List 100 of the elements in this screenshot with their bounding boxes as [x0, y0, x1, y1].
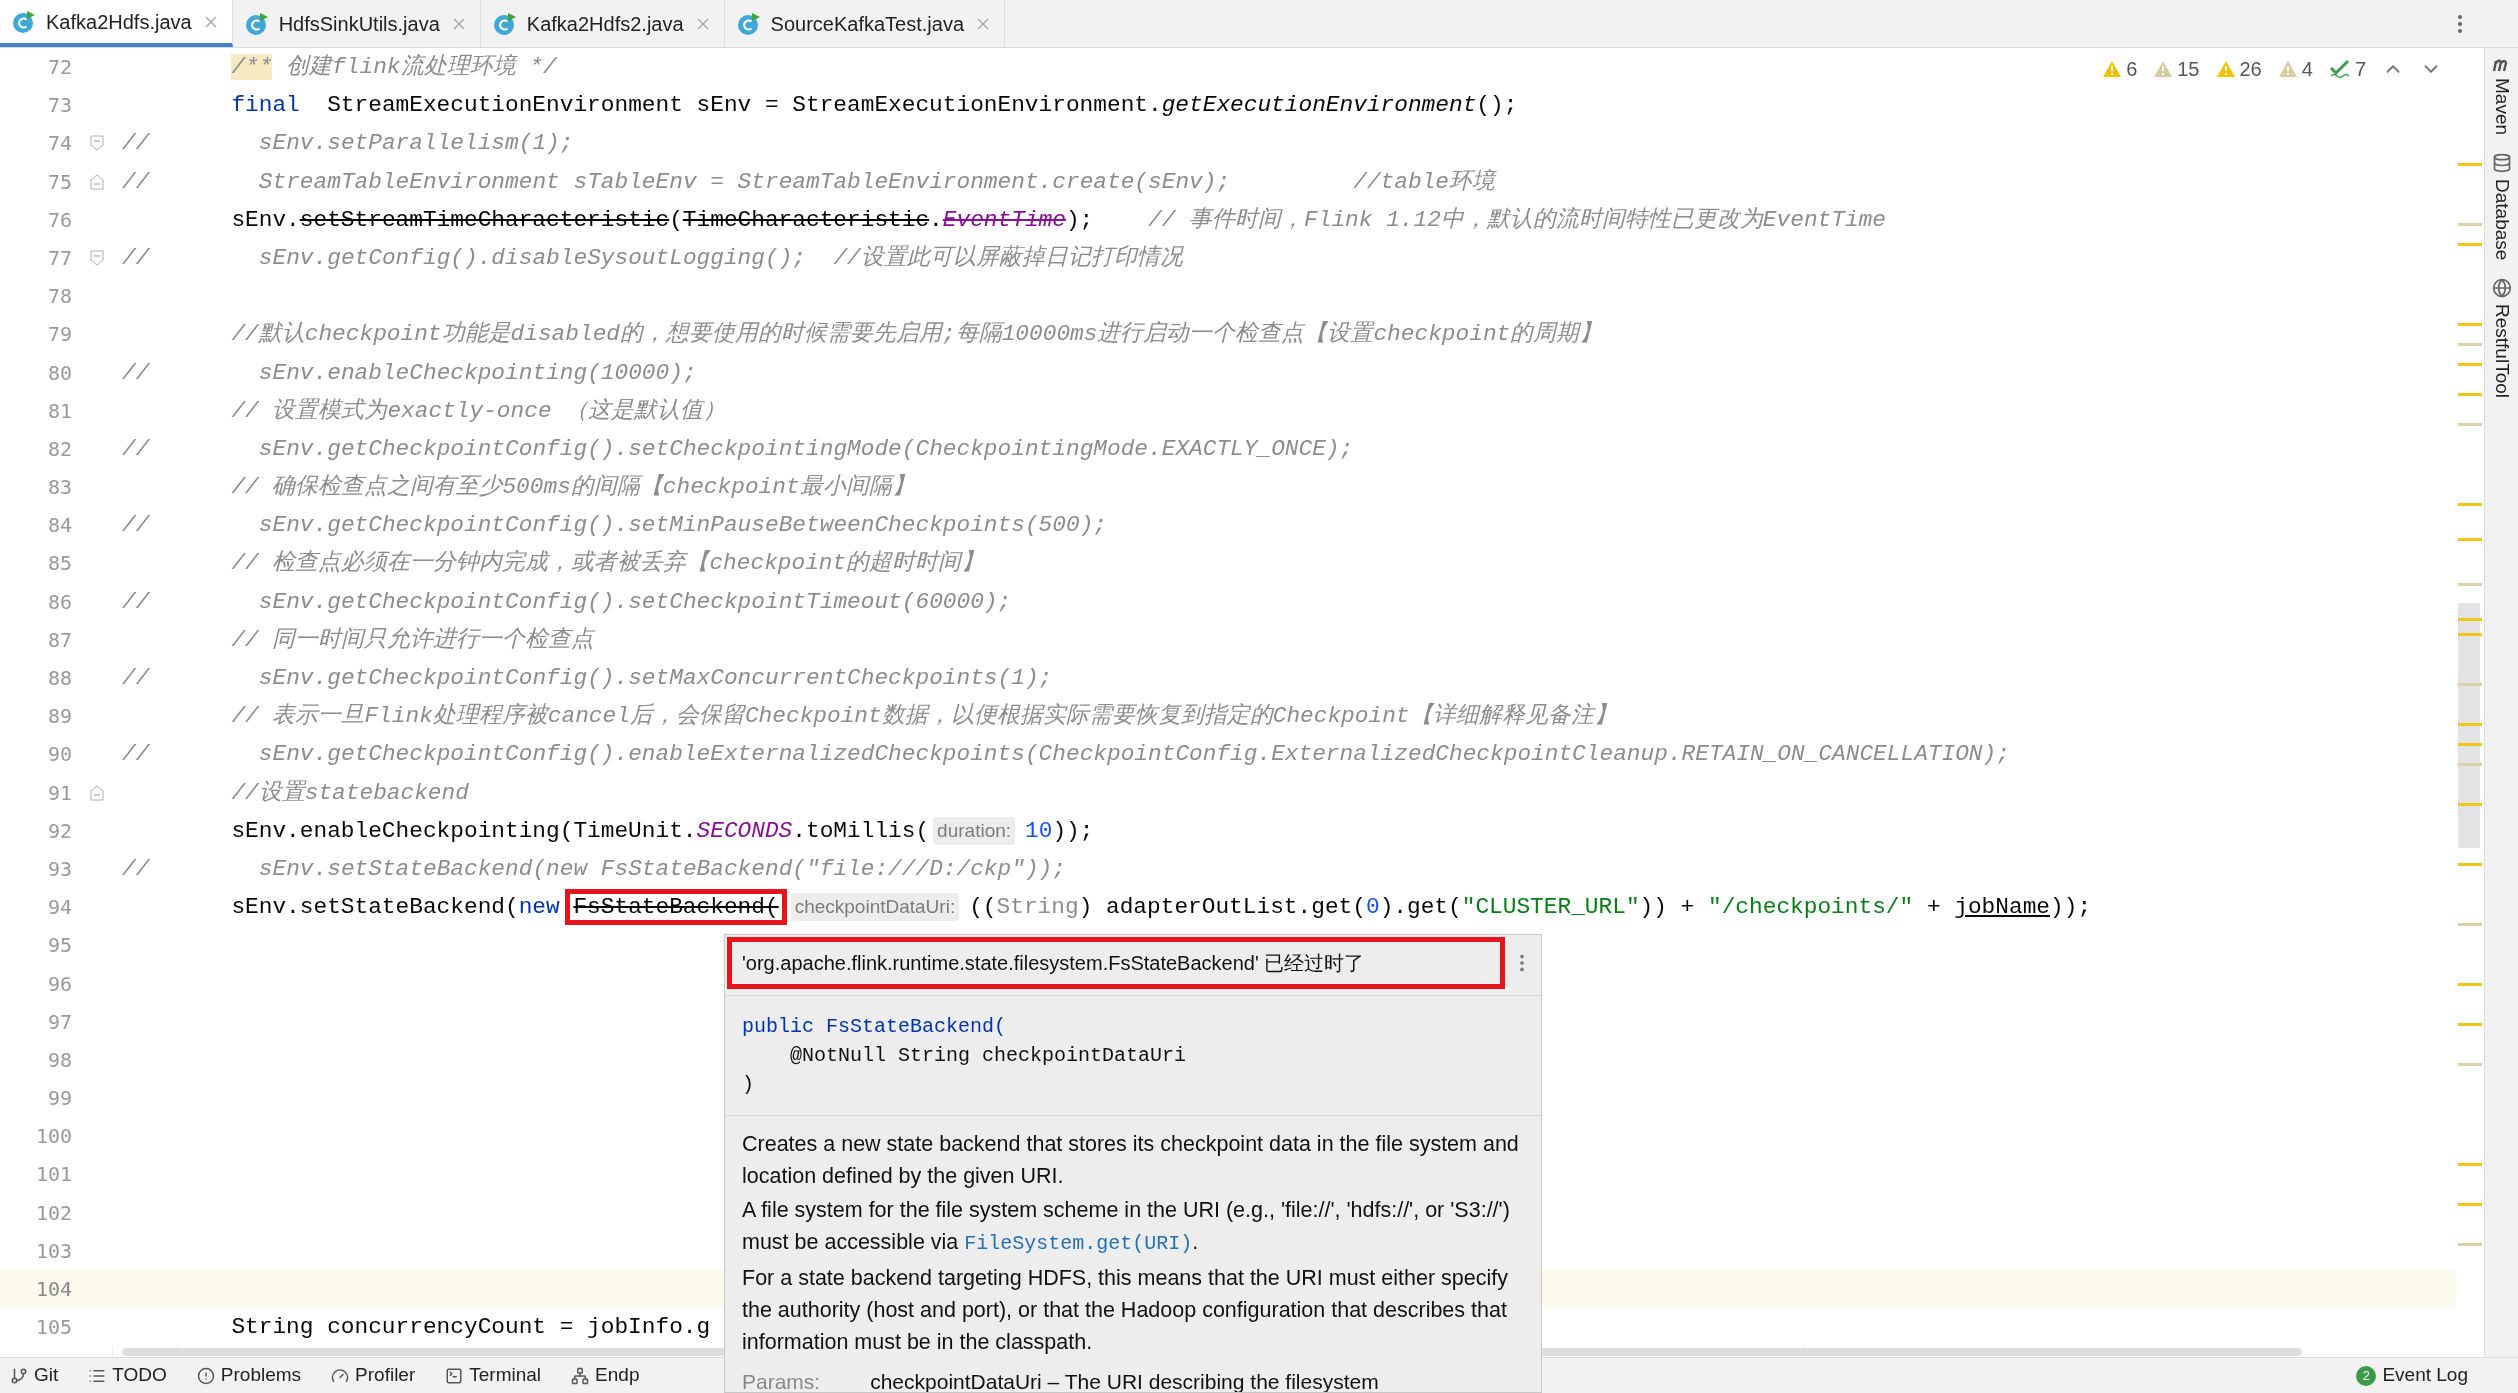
code-token: // 设置模式为exactly-once （这是默认值）: [231, 397, 727, 424]
line-number: 73: [46, 92, 72, 120]
code-token: // sEnv.getConfig().disableSysoutLogging(); //设置此可以屏蔽掉日记打印情况: [122, 244, 1183, 271]
line-number: 101: [34, 1161, 72, 1189]
fold-icon[interactable]: [90, 135, 104, 152]
line-number: 103: [34, 1237, 72, 1265]
line-number: 92: [46, 817, 72, 845]
code-token: // 确保检查点之间有至少500ms的间隔【checkpoint最小间隔】: [231, 474, 915, 501]
line-number: 89: [46, 703, 72, 731]
warning-icon: [2215, 60, 2236, 78]
line-number: 76: [46, 206, 72, 234]
line-number: 81: [46, 397, 72, 425]
api-link[interactable]: FileSystem.get(URI): [964, 1232, 1193, 1255]
parameter-hint: checkpointDataUri:: [790, 893, 960, 922]
line-number: 97: [46, 1008, 72, 1036]
description-text: For a state backend targeting HDFS, this means that the URI must either specify the authority (host and port), or that the Hadoop configuration that describes that information must be in the classpath.: [742, 1265, 1509, 1356]
tool-window-button[interactable]: Endp: [571, 1361, 640, 1390]
event-log-button[interactable]: 2 Event Log: [2356, 1361, 2468, 1390]
code-token: ) adapterOutList.get(: [1078, 894, 1366, 921]
code-token: String concurrencyCount = jobInfo.g: [231, 1314, 711, 1341]
code-token: ));: [1052, 817, 1094, 844]
inspection-count: 4: [2301, 57, 2313, 82]
code-token: 10: [1025, 817, 1053, 844]
code-token: .toMillis(: [792, 817, 930, 844]
editor-tab[interactable]: Kafka2Hdfs2.java: [480, 0, 725, 47]
tool-window-label: Database: [2490, 179, 2514, 261]
inspection-count: 26: [2239, 57, 2262, 82]
tab-label: HdfsSinkUtils.java: [278, 11, 440, 37]
code-token: // sEnv.getCheckpointConfig().setMinPauseBetweenCheckpoints(500);: [122, 512, 1107, 539]
code-token: "/checkpoints/": [1708, 894, 1914, 921]
tool-window-button[interactable]: Database: [2487, 153, 2516, 261]
line-number: 83: [46, 474, 72, 502]
line-number: 82: [46, 435, 72, 463]
code-token: "CLUSTER_URL": [1461, 894, 1640, 921]
editor-tab[interactable]: Kafka2Hdfs.java: [0, 0, 233, 47]
code-token: // 事件时间，Flink 1.12中，默认的流时间特性已更改为EventTime: [1148, 206, 1886, 233]
code-token: SECONDS: [696, 817, 793, 844]
tool-window-button[interactable]: Profiler: [331, 1361, 416, 1390]
code-token: // sEnv.getCheckpointConfig().setCheckpointTimeout(60000);: [122, 588, 1012, 615]
tool-window-label: RestfulTool: [2490, 304, 2514, 399]
database-icon: [2491, 153, 2512, 174]
class-icon: [244, 11, 269, 36]
line-number: 91: [46, 779, 72, 807]
tool-window-button[interactable]: Git: [10, 1361, 59, 1390]
tool-window-button[interactable]: TODO: [88, 1361, 167, 1390]
line-number: 102: [34, 1199, 72, 1227]
code-token: /**: [231, 54, 273, 80]
code-token: // sEnv.setStateBackend(new FsStateBackend("file:///D:/ckp"));: [122, 855, 1066, 882]
inspection-count: 6: [2126, 57, 2138, 82]
code-token: //设置statebackend: [231, 779, 469, 806]
code-token: // sEnv.getCheckpointConfig().enableExternalizedCheckpoints(CheckpointConfig.ExternalizedCheckpointCleanup.RETAIN_ON_CANCELLATION);: [122, 741, 2010, 768]
class-icon: [736, 11, 761, 36]
editor-tab[interactable]: HdfsSinkUtils.java: [232, 0, 481, 47]
tool-window-button[interactable]: Terminal: [445, 1361, 542, 1390]
code-token: sEnv.enableCheckpointing(TimeUnit.: [231, 817, 697, 844]
class-icon: [492, 11, 517, 36]
event-count-badge: 2: [2356, 1365, 2377, 1386]
code-token: String: [996, 894, 1079, 921]
code-token: (: [669, 206, 683, 233]
code-token: setStreamTimeCharacteristic: [299, 206, 670, 233]
globe-icon: [2491, 278, 2512, 299]
fold-icon[interactable]: [90, 250, 104, 267]
parameter-hint: duration:: [933, 816, 1016, 845]
warning-icon: [2153, 60, 2174, 78]
code-token: // sEnv.getCheckpointConfig().setMaxConcurrentCheckpoints(1);: [122, 665, 1053, 691]
line-number: 74: [46, 130, 72, 158]
line-number: 86: [46, 588, 72, 616]
code-token: 创建flink流处理环境 */: [285, 54, 557, 80]
code-token: ));: [2050, 894, 2092, 921]
code-token: jobName: [1954, 894, 2050, 921]
line-number: 84: [46, 512, 72, 540]
code-token: // StreamTableEnvironment sTableEnv = StreamTableEnvironment.create(sEnv); //table环境: [122, 168, 1495, 195]
terminal-icon: [445, 1366, 464, 1385]
code-token: )) +: [1639, 894, 1696, 921]
warning-icon: [2277, 60, 2298, 78]
inspection-count: 7: [2354, 57, 2366, 82]
fold-icon[interactable]: [90, 173, 104, 190]
code-token: // 检查点必须在一分钟内完成，或者被丢弃【checkpoint的超时时间】: [231, 550, 985, 577]
code-token: ((: [969, 894, 997, 921]
tool-window-button[interactable]: RestfulTool: [2487, 278, 2516, 399]
line-number: 98: [46, 1046, 72, 1074]
code-token: EventTime: [942, 206, 1066, 233]
code-token: final: [231, 92, 300, 119]
code-token: // 表示一旦Flink处理程序被cancel后，会保留Checkpoint数据，以便根据实际需要恢复到指定的Checkpoint【详细解释见备注】: [231, 703, 1617, 730]
code-token: new: [518, 894, 560, 921]
fold-icon[interactable]: [90, 784, 104, 801]
line-number: 94: [46, 894, 72, 922]
line-number: 95: [46, 932, 72, 960]
tab-label: Kafka2Hdfs2.java: [526, 11, 684, 37]
line-number: 100: [34, 1123, 72, 1151]
code-token: 0: [1365, 894, 1380, 921]
editor-tab[interactable]: SourceKafkaTest.java: [724, 0, 1005, 47]
tool-window-button[interactable]: Maven: [2487, 56, 2516, 136]
line-number: 87: [46, 626, 72, 654]
line-number: 104: [34, 1276, 72, 1303]
tab-label: Kafka2Hdfs.java: [46, 9, 192, 35]
description-text: Creates a new state backend that stores its checkpoint data in the file system and location defined by the given URI.: [742, 1131, 1520, 1190]
problems-icon: [196, 1366, 215, 1385]
tool-window-button[interactable]: Problems: [196, 1361, 302, 1390]
code-token: //默认checkpoint功能是disabled的，想要使用的时候需要先启用;每隔10000ms进行启动一个检查点【设置checkpoint的周期】: [231, 321, 1603, 348]
